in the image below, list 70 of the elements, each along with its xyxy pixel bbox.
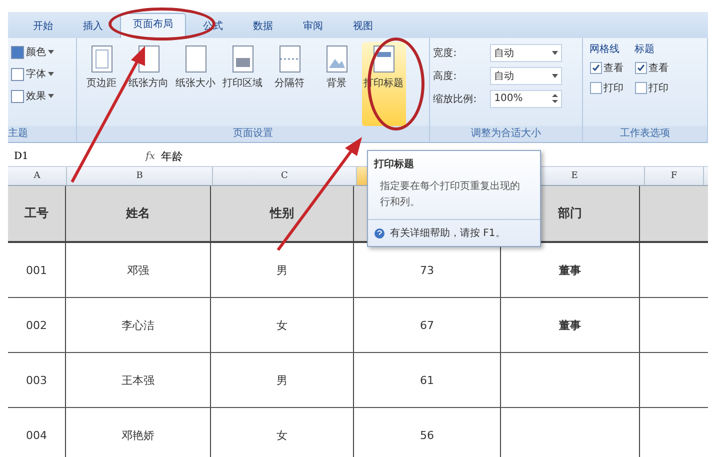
ribbon-tab[interactable]: 页面布局 [120, 13, 186, 38]
ribbon-button[interactable]: 纸张大小 [174, 42, 218, 126]
field-label: 宽度: [433, 46, 458, 60]
checkbox[interactable] [590, 62, 602, 74]
ribbon-button[interactable]: 分隔符 [268, 42, 312, 126]
header-cell: 姓名 [66, 186, 211, 241]
checkbox-label: 打印 [604, 82, 624, 95]
help-icon [374, 228, 385, 238]
option-heading: 网格线 [590, 42, 621, 56]
page-icon [88, 44, 115, 74]
group-label: 调整为合适大小 [430, 126, 582, 142]
table-cell: 67 [354, 298, 501, 352]
checkbox[interactable] [634, 62, 647, 74]
caret-icon [48, 94, 54, 98]
ribbon-tab[interactable]: 开始 [20, 15, 66, 38]
page-icon [276, 44, 303, 74]
table-cell: 004 [8, 408, 66, 457]
theme-option[interactable]: 字体 [11, 64, 73, 84]
table-cell: 女 [211, 298, 354, 352]
ribbon-button[interactable]: 背景 [314, 42, 359, 126]
caret-icon [48, 72, 54, 76]
ribbon-tab[interactable]: 审阅 [290, 15, 336, 38]
ribbon-button[interactable]: 页边距 [80, 42, 124, 126]
theme-option[interactable]: 颜色 [11, 42, 73, 62]
table-cell: 男 [211, 353, 354, 407]
checkbox[interactable] [634, 82, 647, 94]
page-icon [370, 44, 397, 74]
dropdown-field[interactable]: 自动 [490, 44, 562, 62]
theme-option[interactable]: 效果 [11, 86, 73, 106]
checkbox-label: 打印 [648, 82, 669, 95]
column-header[interactable]: F [645, 167, 704, 185]
caret-icon [552, 74, 558, 78]
option-heading: 标题 [634, 42, 656, 56]
spinner-arrows-icon [552, 94, 558, 103]
table-cell: 李心洁 [66, 298, 211, 352]
table-cell: 56 [354, 408, 501, 457]
table-cell: 002 [8, 298, 66, 352]
name-box[interactable]: D1 [8, 150, 109, 162]
page-icon [182, 44, 209, 74]
dropdown-field[interactable]: 自动 [490, 66, 562, 84]
page-icon [324, 44, 350, 74]
table-cell: 001 [8, 243, 66, 297]
caret-icon [552, 50, 558, 54]
field-label: 高度: [433, 70, 458, 82]
ribbon-tab[interactable]: 插入 [70, 15, 116, 38]
spinner-field[interactable]: 100% [490, 90, 562, 108]
table-cell: 王本强 [66, 353, 211, 407]
table-cell: 邓艳娇 [66, 408, 211, 457]
checkbox-label: 查看 [604, 62, 624, 75]
formula-value[interactable]: 年龄 [161, 148, 183, 164]
table-cell: 邓强 [66, 243, 211, 297]
table-cell: 董事 [501, 298, 640, 352]
caret-icon [48, 50, 54, 54]
group-label: 工作表选项 [582, 126, 707, 142]
table-cell: 003 [8, 353, 66, 407]
field-label: 缩放比例: [433, 92, 478, 106]
header-cell: 工号 [8, 186, 66, 241]
checkbox[interactable] [590, 82, 602, 94]
group-label: 页面设置 [76, 126, 430, 142]
function-label[interactable]: fx [115, 150, 155, 162]
ribbon-tab[interactable]: 视图 [340, 15, 386, 38]
table-cell: 女 [211, 408, 354, 457]
page-icon [230, 44, 256, 74]
table-cell: 61 [354, 353, 501, 407]
tooltip-title: 打印标题 [372, 158, 415, 172]
column-header[interactable]: A [8, 167, 67, 185]
checkbox-label: 查看 [648, 62, 669, 75]
group-label: 主题 [8, 126, 76, 142]
ribbon-tab[interactable]: 数据 [240, 15, 286, 38]
ribbon-button[interactable]: 打印区域 [220, 42, 265, 126]
